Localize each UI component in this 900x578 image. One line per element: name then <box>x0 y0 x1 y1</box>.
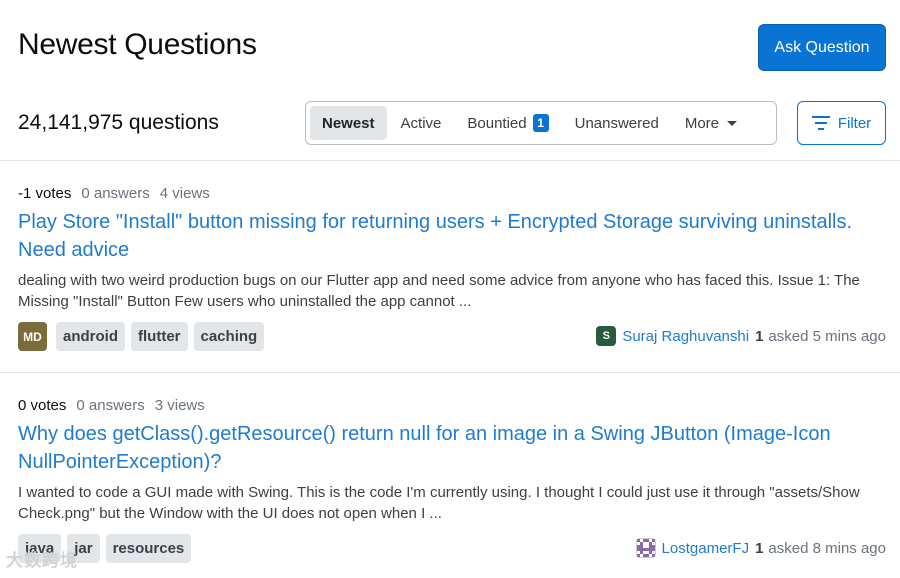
tab-label: Bountied <box>467 114 527 132</box>
tab-label: Unanswered <box>574 114 659 132</box>
question-title-link[interactable]: Play Store "Install" button missing for … <box>18 208 886 264</box>
asked-time: asked 5 mins ago <box>768 327 886 345</box>
answer-count: 0 answers <box>81 185 150 202</box>
caret-down-icon <box>727 120 738 126</box>
question-meta: java jar resources LostgamerFJ 1 asked 8… <box>18 534 886 564</box>
ask-question-button[interactable]: Ask Question <box>758 24 886 71</box>
question-title-link[interactable]: Why does getClass().getResource() return… <box>18 420 886 476</box>
question-summary: 0 votes 0 answers 3 views Why does getCl… <box>18 397 886 564</box>
divider <box>0 372 900 373</box>
user-reputation: 1 <box>755 327 764 345</box>
tab-bountied[interactable]: Bountied 1 <box>455 106 560 140</box>
view-count: 4 views <box>159 185 210 202</box>
tab-newest[interactable]: Newest <box>310 106 387 140</box>
user-name-link[interactable]: Suraj Raghuvanshi <box>622 328 749 345</box>
watermark-logo: 大数跨境 <box>6 551 78 570</box>
tab-active[interactable]: Active <box>389 106 454 140</box>
question-summary: -1 votes 0 answers 4 views Play Store "I… <box>18 185 886 352</box>
tab-label: Newest <box>322 114 375 132</box>
asked-time: asked 8 mins ago <box>768 539 886 557</box>
tag-flutter[interactable]: flutter <box>131 322 188 351</box>
tab-unanswered[interactable]: Unanswered <box>563 106 671 140</box>
question-count: 24,141,975 questions <box>18 111 219 134</box>
vote-count: -1 votes <box>18 185 72 202</box>
filter-label: Filter <box>837 114 872 132</box>
tag-avatar: MD <box>18 322 47 351</box>
bounty-count-badge: 1 <box>532 114 549 132</box>
tag-resources[interactable]: resources <box>105 534 192 563</box>
filter-icon <box>811 116 830 130</box>
user-name-link[interactable]: LostgamerFJ <box>662 540 750 557</box>
page-title: Newest Questions <box>18 28 257 61</box>
question-stats: 0 votes 0 answers 3 views <box>18 397 886 414</box>
divider <box>0 160 900 161</box>
tag-caching[interactable]: caching <box>193 322 265 351</box>
view-count: 3 views <box>154 397 205 414</box>
tab-label: Active <box>400 114 442 132</box>
tab-label: More <box>684 114 720 132</box>
identicon-icon <box>636 539 655 557</box>
question-excerpt: I wanted to code a GUI made with Swing. … <box>18 484 860 522</box>
vote-count: 0 votes <box>18 397 67 414</box>
question-stats: -1 votes 0 answers 4 views <box>18 185 886 202</box>
user-avatar[interactable]: S <box>596 326 617 346</box>
user-card: S Suraj Raghuvanshi 1 asked 5 mins ago <box>596 326 886 346</box>
filter-button[interactable]: Filter <box>797 101 886 145</box>
answer-count: 0 answers <box>76 397 145 414</box>
identicon-avatar[interactable] <box>635 538 656 558</box>
user-reputation: 1 <box>755 539 764 557</box>
sort-tabs: Newest Active Bountied 1 Unanswered More <box>305 101 777 145</box>
question-excerpt: dealing with two weird production bugs o… <box>18 272 860 310</box>
tab-more[interactable]: More <box>673 106 749 140</box>
tag-android[interactable]: android <box>56 322 125 351</box>
user-card: LostgamerFJ 1 asked 8 mins ago <box>635 538 886 558</box>
question-meta: MD android flutter caching S Suraj Raghu… <box>18 322 886 352</box>
